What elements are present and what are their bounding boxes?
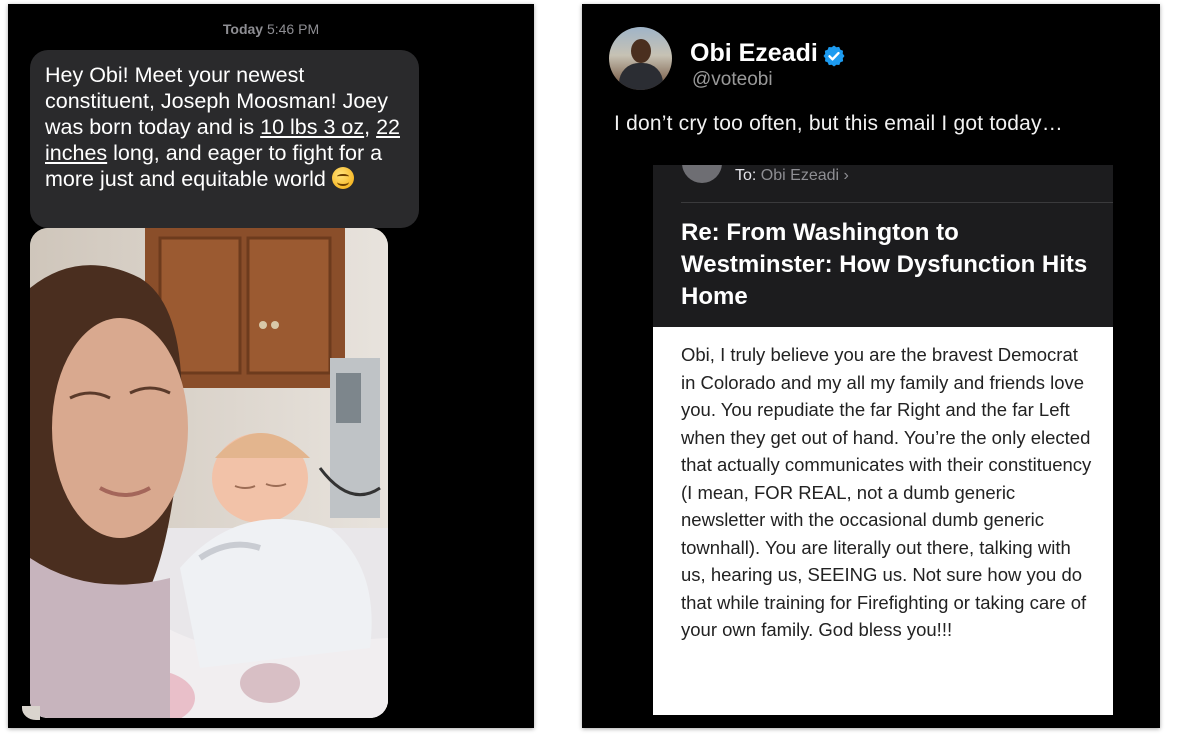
author-name[interactable]: Obi Ezeadi	[690, 39, 818, 68]
message-photo[interactable]	[30, 228, 388, 718]
message-screenshot-panel: Today 5:46 PM Hey Obi! Meet your newest …	[8, 4, 534, 728]
smiling-face-emoji-icon	[331, 167, 354, 189]
mother-newborn-photo-image	[30, 228, 388, 718]
message-bubble: Hey Obi! Meet your newest constituent, J…	[30, 50, 419, 228]
timestamp-time: 5:46 PM	[266, 21, 320, 37]
avatar-head	[631, 39, 651, 63]
email-recipient: To: Obi Ezeadi ›	[735, 167, 849, 185]
social-post-panel: Obi Ezeadi @voteobi I don’t cry too ofte…	[582, 4, 1160, 728]
timestamp-day: Today	[222, 21, 264, 37]
email-header: To: Obi Ezeadi › Re: From Washington to …	[653, 165, 1113, 327]
email-body: Obi, I truly believe you are the bravest…	[653, 327, 1113, 715]
email-screenshot: To: Obi Ezeadi › Re: From Washington to …	[653, 165, 1113, 715]
chevron-right-icon: ›	[843, 167, 849, 184]
header-divider	[681, 202, 1113, 203]
bubble-text-2: ,	[364, 115, 377, 139]
to-label: To:	[735, 167, 757, 184]
recipient-name[interactable]: Obi Ezeadi	[761, 167, 839, 184]
email-subject: Re: From Washington to Westminster: How …	[681, 219, 1088, 310]
sender-avatar	[682, 165, 722, 183]
bubble-tail	[22, 706, 40, 720]
verified-badge-icon	[823, 45, 845, 67]
message-timestamp: Today 5:46 PM	[8, 21, 534, 37]
post-text: I don’t cry too often, but this email I …	[614, 112, 1063, 135]
author-avatar[interactable]	[609, 27, 672, 90]
avatar-body	[619, 63, 663, 90]
weight-link[interactable]: 10 lbs 3 oz	[260, 115, 364, 139]
author-handle[interactable]: @voteobi	[692, 69, 773, 91]
